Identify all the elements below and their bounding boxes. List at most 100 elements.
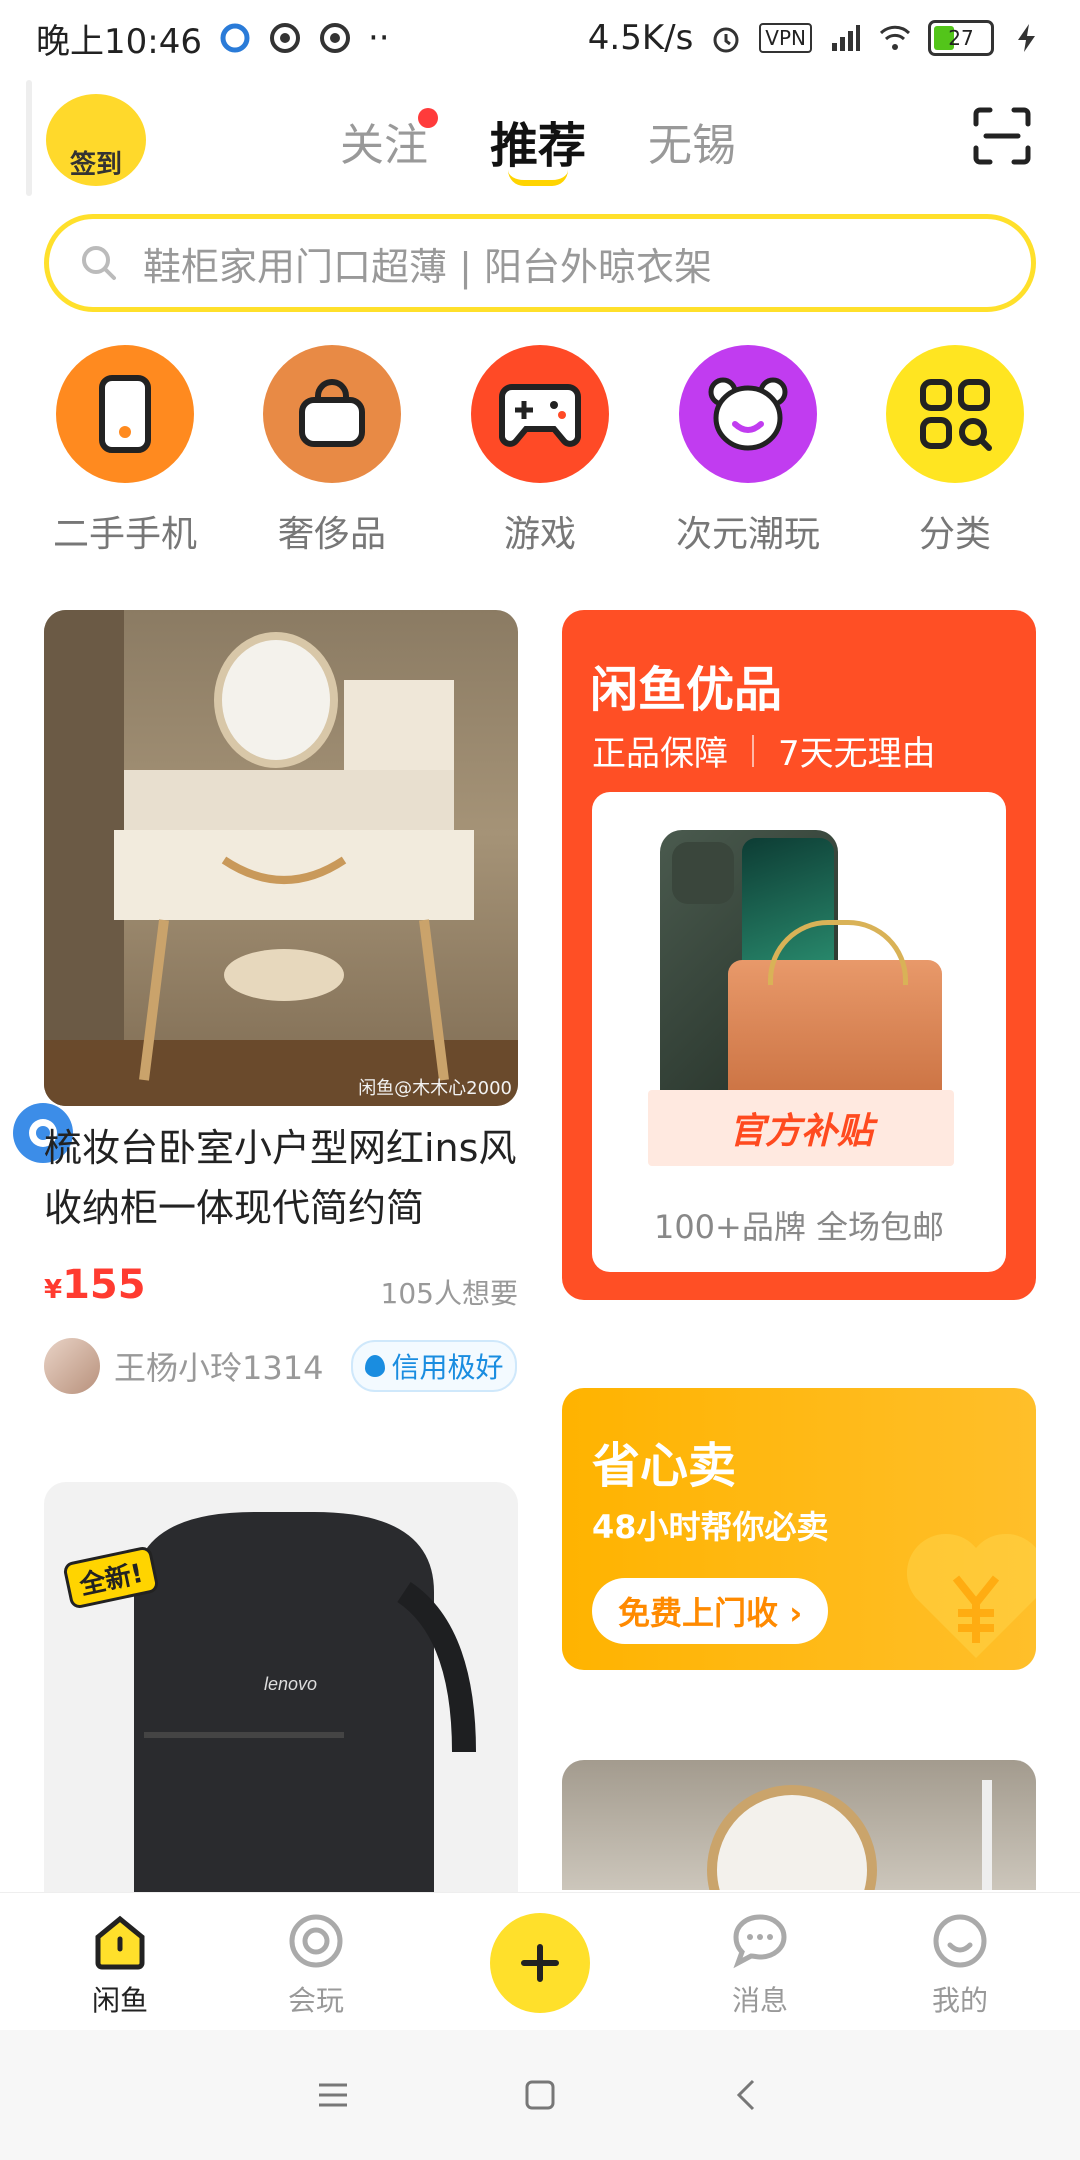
bag-icon xyxy=(263,345,401,483)
category-all[interactable]: 分类 xyxy=(865,345,1045,557)
seller-name: 王杨小玲1314 xyxy=(114,1349,324,1387)
fish-home-icon xyxy=(95,1915,145,1970)
vanity-photo xyxy=(44,610,518,1106)
yen-heart-icon xyxy=(906,1533,1036,1658)
checkin-label: 签到 xyxy=(69,150,122,180)
product-image[interactable]: 闲鱼@木木心2000 xyxy=(44,610,518,1106)
camera-module xyxy=(672,842,734,904)
alarm-icon xyxy=(713,27,739,53)
nav-label: 会玩 xyxy=(287,1984,344,2017)
search-placeholder: 鞋柜家用门口超薄 | 阳台外晾衣架 xyxy=(143,244,712,289)
battery-icon: 27 xyxy=(928,20,994,56)
home-icon[interactable] xyxy=(520,2075,560,2115)
want-count: 105人想要 xyxy=(380,1277,518,1310)
system-nav-bar xyxy=(0,2030,1080,2160)
water-drop-icon xyxy=(365,1355,386,1377)
product-image[interactable]: lenovo 全新! xyxy=(44,1482,518,1892)
product-title[interactable]: 梳妆台卧室小户型网红ins风收纳柜一体现代简约简 xyxy=(44,1118,518,1238)
tab-label: 关注 xyxy=(340,120,428,171)
nav-label: 闲鱼 xyxy=(91,1984,148,2017)
category-label: 分类 xyxy=(918,514,991,555)
credit-label: 信用极好 xyxy=(391,1351,504,1384)
youpin-card[interactable]: 闲鱼优品 正品保障 7天无理由 官方补贴 100+品牌 全场包邮 xyxy=(562,610,1036,1300)
seller-info[interactable]: 王杨小玲1314 信用极好 xyxy=(44,1338,518,1394)
signal-icon xyxy=(832,25,860,51)
bottom-nav: 闲鱼 会玩 消息 我的 xyxy=(0,1892,1080,2031)
status-time: 晚上10:46 xyxy=(36,21,202,62)
youpin-promo: 官方补贴 100+品牌 全场包邮 xyxy=(592,792,1006,1272)
feed-tabs: 关注 推荐 无锡 xyxy=(340,96,736,186)
battery-level: 27 xyxy=(948,26,974,50)
brand-line: 100+品牌 全场包邮 xyxy=(653,1208,945,1246)
category-label: 二手手机 xyxy=(52,514,197,555)
subsidy-banner: 官方补贴 xyxy=(648,1090,954,1166)
image-watermark: 闲鱼@木木心2000 xyxy=(358,1078,512,1099)
price-value: 155 xyxy=(62,1262,146,1308)
category-row: 二手手机 奢侈品 游戏 次元潮玩 分类 xyxy=(0,345,1080,565)
vpn-badge: VPN xyxy=(759,23,812,53)
gamepad-icon xyxy=(471,345,609,483)
target-icon xyxy=(289,1914,343,1968)
avatar xyxy=(44,1338,100,1394)
active-tab-indicator xyxy=(508,170,569,186)
youpin-title: 闲鱼优品 xyxy=(590,662,783,718)
phone-icon xyxy=(56,345,194,483)
pickup-button[interactable]: 免费上门收 › xyxy=(592,1578,829,1644)
svg-text:lenovo: lenovo xyxy=(264,1674,317,1694)
backpack-photo: lenovo xyxy=(134,1512,476,1892)
product-image[interactable] xyxy=(562,1760,1036,1890)
credit-badge: 信用极好 xyxy=(351,1340,518,1392)
category-label: 游戏 xyxy=(503,514,576,555)
price-symbol: ¥ xyxy=(44,1275,63,1305)
browser-icon xyxy=(220,23,250,53)
wifi-icon xyxy=(879,25,911,50)
sell-title: 省心卖 xyxy=(592,1438,737,1494)
search-input[interactable]: 鞋柜家用门口超薄 | 阳台外晾衣架 xyxy=(44,214,1036,312)
category-label: 奢侈品 xyxy=(277,514,386,555)
chat-bubble-icon xyxy=(733,1914,787,1969)
sell-subtitle: 48小时帮你必卖 xyxy=(592,1508,829,1546)
scan-icon[interactable] xyxy=(972,106,1032,166)
nav-label: 我的 xyxy=(931,1984,988,2017)
youpin-badges: 正品保障 7天无理由 xyxy=(592,726,936,775)
new-dot-badge xyxy=(418,108,438,128)
more-notifications: ·· xyxy=(367,18,390,58)
back-icon[interactable] xyxy=(727,2075,767,2115)
category-label: 次元潮玩 xyxy=(675,514,820,555)
product-price: ¥155 xyxy=(44,1262,146,1308)
bear-icon xyxy=(679,345,817,483)
mirror-photo xyxy=(707,1780,992,1890)
category-phones[interactable]: 二手手机 xyxy=(35,345,215,557)
charging-icon xyxy=(1018,24,1035,52)
menu-icon[interactable] xyxy=(313,2075,353,2115)
app-notification-icon xyxy=(319,23,350,53)
tab-follow[interactable]: 关注 xyxy=(340,96,438,186)
nav-label: 消息 xyxy=(731,1984,788,2017)
badge-authentic: 正品保障 xyxy=(592,734,728,774)
tab-label: 推荐 xyxy=(490,118,587,174)
category-games[interactable]: 游戏 xyxy=(450,345,630,557)
divider xyxy=(752,734,754,767)
top-bar: 签到 关注 推荐 无锡 xyxy=(0,76,1080,196)
nav-play[interactable]: 会玩 xyxy=(246,1911,386,2019)
plus-icon xyxy=(521,1944,559,1982)
app-notification-icon xyxy=(269,23,300,53)
nav-messages[interactable]: 消息 xyxy=(690,1911,830,2019)
nav-home[interactable]: 闲鱼 xyxy=(50,1911,190,2019)
checkin-button[interactable]: 签到 xyxy=(44,88,148,188)
search-icon xyxy=(82,246,116,280)
tab-label: 无锡 xyxy=(648,120,737,171)
grid-search-icon xyxy=(886,345,1024,483)
easy-sell-card[interactable]: 省心卖 48小时帮你必卖 免费上门收 › xyxy=(562,1388,1036,1670)
edge-handle xyxy=(26,80,32,196)
category-luxury[interactable]: 奢侈品 xyxy=(242,345,422,557)
category-toys[interactable]: 次元潮玩 xyxy=(658,345,838,557)
tab-local[interactable]: 无锡 xyxy=(648,96,736,186)
badge-return: 7天无理由 xyxy=(778,734,936,774)
status-bar: 晚上10:46 ·· 4.5K/s VPN 27 xyxy=(0,0,1080,76)
smiley-icon xyxy=(933,1914,987,1968)
net-speed: 4.5K/s xyxy=(587,18,694,58)
nav-me[interactable]: 我的 xyxy=(890,1911,1030,2019)
publish-button[interactable] xyxy=(490,1913,590,2013)
tab-recommend[interactable]: 推荐 xyxy=(490,96,586,186)
